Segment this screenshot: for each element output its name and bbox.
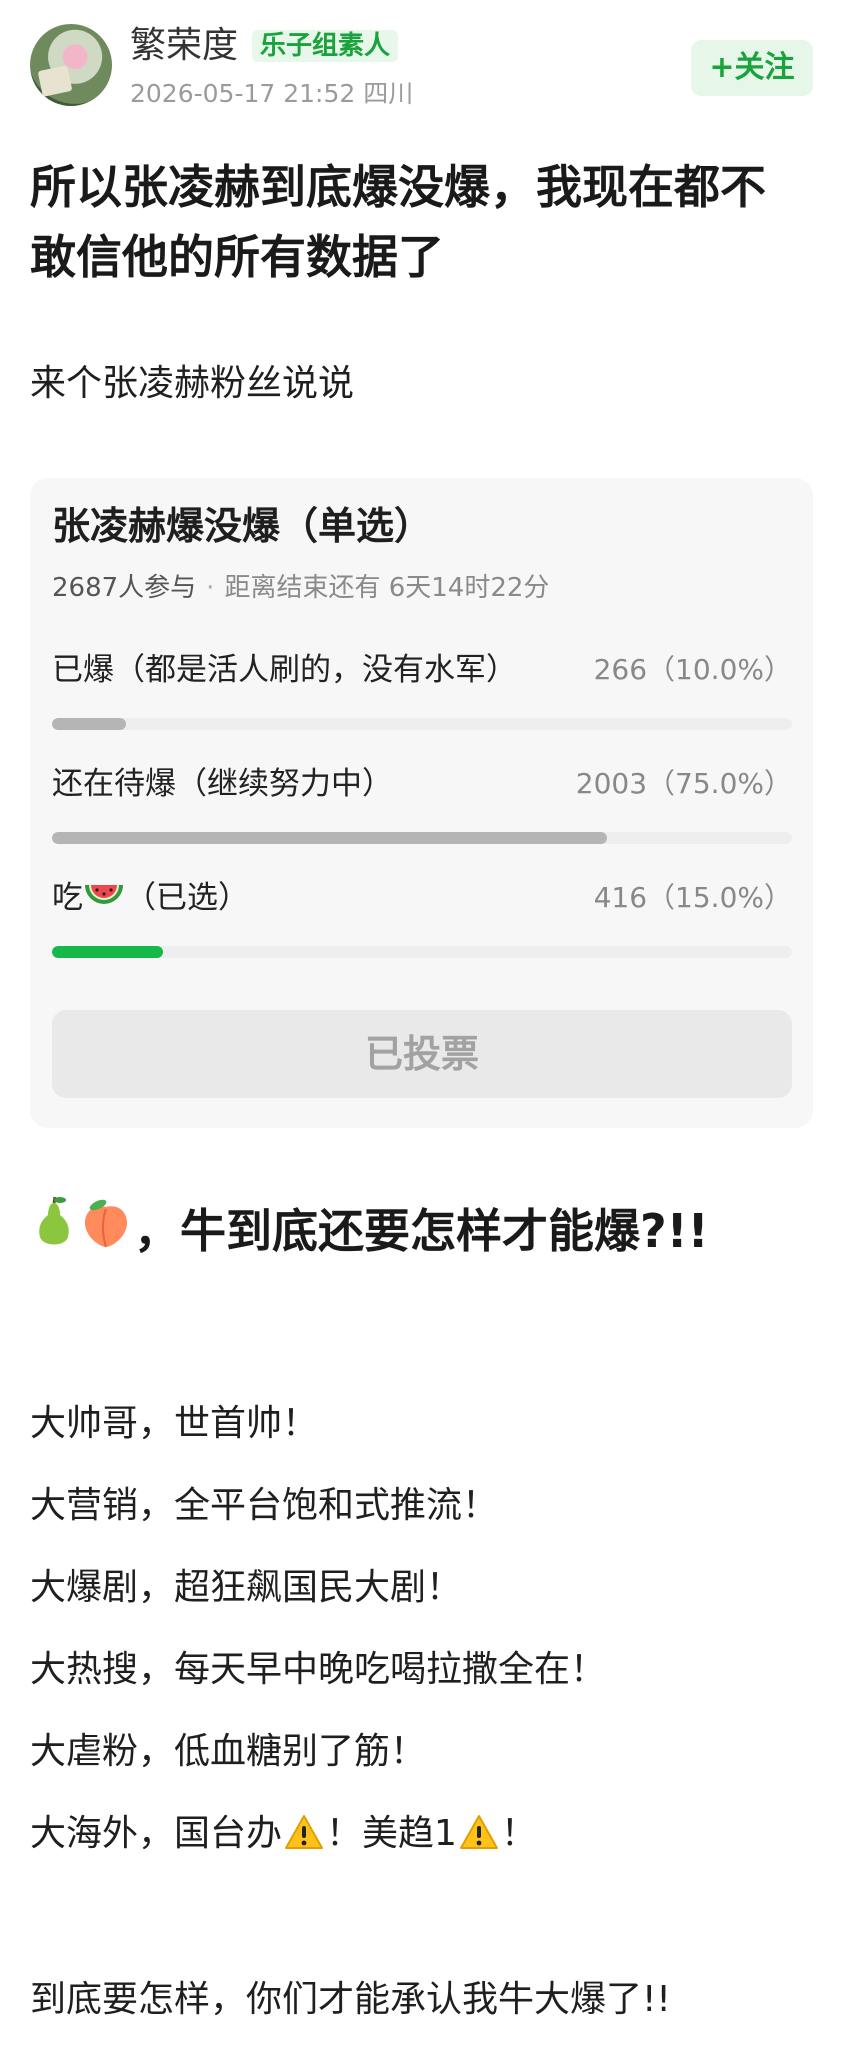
body-line: 大营销，全平台饱和式推流！ [30,1485,499,1526]
poll-remaining: 距离结束还有 6天14时22分 [224,573,550,603]
poll-option-label: 已爆（都是活人刷的，没有水军） [52,652,517,688]
body-line: 大爆剧，超狂飙国民大剧！ [30,1567,463,1608]
poll-option-count: 416（15.0%） [593,881,792,914]
poll-card: 张凌赫爆没爆（单选） 2687人参与 · 距离结束还有 6天14时22分 已爆（都是… [30,478,813,1128]
post-title: 所以张凌赫到底爆没爆，我现在都不敢信他的所有数据了 [30,160,766,284]
body-lines: 大帅哥，世首帅！ 大营销，全平台饱和式推流！ 大爆剧，超狂飙国民大剧！ 大热搜，… [30,1400,820,1892]
poll-option[interactable]: 还在待爆（继续努力中） 2003（75.0%） [52,762,792,852]
poll-option-count: 266（10.0%） [593,653,792,686]
poll-participants: 2687人参与 [52,573,197,603]
poll-option-selected-tag: （已选） [125,880,249,916]
poll-option-text: 吃 [52,880,83,916]
voted-button[interactable]: 已投票 [52,1010,792,1098]
post-location: 四川 [363,79,414,108]
poll-option-label: 还在待爆（继续努力中） [52,766,393,802]
post-subtitle: 来个张凌赫粉丝说说 [30,363,355,404]
post-timestamp: 2026-05-17 21:52 [130,79,356,108]
body-line: 大海外，国台办 ！美趋1 ！ [30,1810,820,1892]
body-line-part: ！美趋1 [326,1813,457,1854]
watermelon-icon [83,877,125,923]
body-line: 大虐粉，低血糖别了筋！ [30,1731,427,1772]
body-line-part: 大海外，国台办 [30,1813,283,1854]
poll-option-label: 吃 （已选） [52,876,249,923]
body-line: 大热搜，每天早中晚吃喝拉撒全在！ [30,1649,607,1690]
post-meta: 2026-05-17 21:52 四川 [130,78,413,110]
body-final-line: 到底要怎样，你们才能承认我牛大爆了!! [30,1979,671,2020]
poll-option[interactable]: 已爆（都是活人刷的，没有水军） 266（10.0%） [52,648,792,738]
poll-option-bar [52,946,792,958]
body-line-part: ！ [500,1813,537,1854]
poll-option-bar [52,832,792,844]
warning-icon [459,1813,499,1864]
body-heading: ，牛到底还要怎样才能爆?!! [30,1190,790,1276]
avatar[interactable] [30,24,112,106]
body-heading-text: ，牛到底还要怎样才能爆?!! [134,1204,709,1258]
body-line: 大帅哥，世首帅！ [30,1403,319,1444]
peach-icon [78,1194,134,1276]
poll-option-fill [52,946,163,958]
poll-title: 张凌赫爆没爆（单选） [52,504,433,548]
poll-option-count: 2003（75.0%） [575,767,792,800]
poll-option-fill [52,832,607,844]
poll-option-bar [52,718,792,730]
author-name[interactable]: 繁荣度 [130,22,238,70]
poll-meta: 2687人参与 · 距离结束还有 6天14时22分 [52,573,550,603]
post-header: 繁荣度 乐子组素人 2026-05-17 21:52 四川 +关注 [30,22,813,112]
pear-icon [30,1194,78,1276]
poll-option-selected[interactable]: 吃 （已选） 416（15.0%） [52,876,792,966]
follow-button[interactable]: +关注 [691,40,813,96]
warning-icon [284,1813,324,1864]
author-badge: 乐子组素人 [252,30,399,62]
poll-option-fill [52,718,126,730]
